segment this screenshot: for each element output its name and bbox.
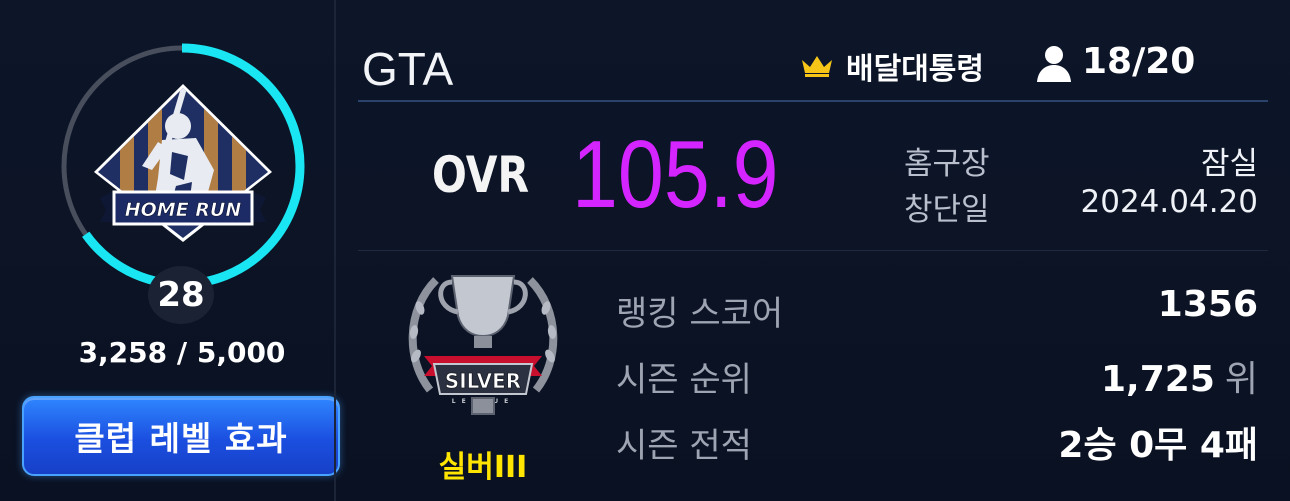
home-stadium-label: 홈구장 <box>904 146 990 182</box>
season-record-value: 2승 0무 4패 <box>1058 425 1258 466</box>
league-badge-text: SILVER <box>445 369 521 393</box>
season-rank-value: 1,725 위 <box>1101 359 1258 400</box>
season-rank-label: 시즌 순위 <box>616 360 752 400</box>
ranking-score-value: 1356 <box>1157 284 1258 325</box>
club-level-effect-button[interactable]: 클럽 레벨 효과 <box>22 396 340 476</box>
section-divider <box>358 250 1268 251</box>
founded-date-value: 2024.04.20 <box>1080 184 1259 220</box>
club-level-badge: 28 <box>148 266 214 324</box>
club-name: GTA <box>362 43 454 95</box>
home-stadium-value: 잠실 <box>1200 146 1258 182</box>
column-divider <box>334 0 336 501</box>
ranking-score-label: 랭킹 스코어 <box>616 294 784 334</box>
club-emblem-home-run: HOME RUN <box>94 84 272 242</box>
ovr-label: OVR <box>432 146 530 204</box>
ovr-value: 105.9 <box>572 121 779 228</box>
season-record-label: 시즌 전적 <box>616 426 752 466</box>
season-rank-unit: 위 <box>1224 359 1258 400</box>
crown-icon <box>802 56 832 77</box>
silver-league-badge: CLUB MATCH SILVER LEAGUE <box>408 275 558 415</box>
club-xp-text: 3,258 / 5,000 <box>78 336 286 369</box>
person-icon <box>1037 46 1071 82</box>
header-divider <box>358 100 1268 102</box>
league-name: 실버III <box>438 450 528 485</box>
club-info-card: HOME RUN 28 3,258 / 5,000 클럽 레벨 효과 GTA 배… <box>0 0 1290 501</box>
club-master-name: 배달대통령 <box>846 52 984 87</box>
emblem-text: HOME RUN <box>125 199 242 221</box>
member-count: 18/20 <box>1082 41 1196 82</box>
founded-date-label: 창단일 <box>904 192 990 228</box>
